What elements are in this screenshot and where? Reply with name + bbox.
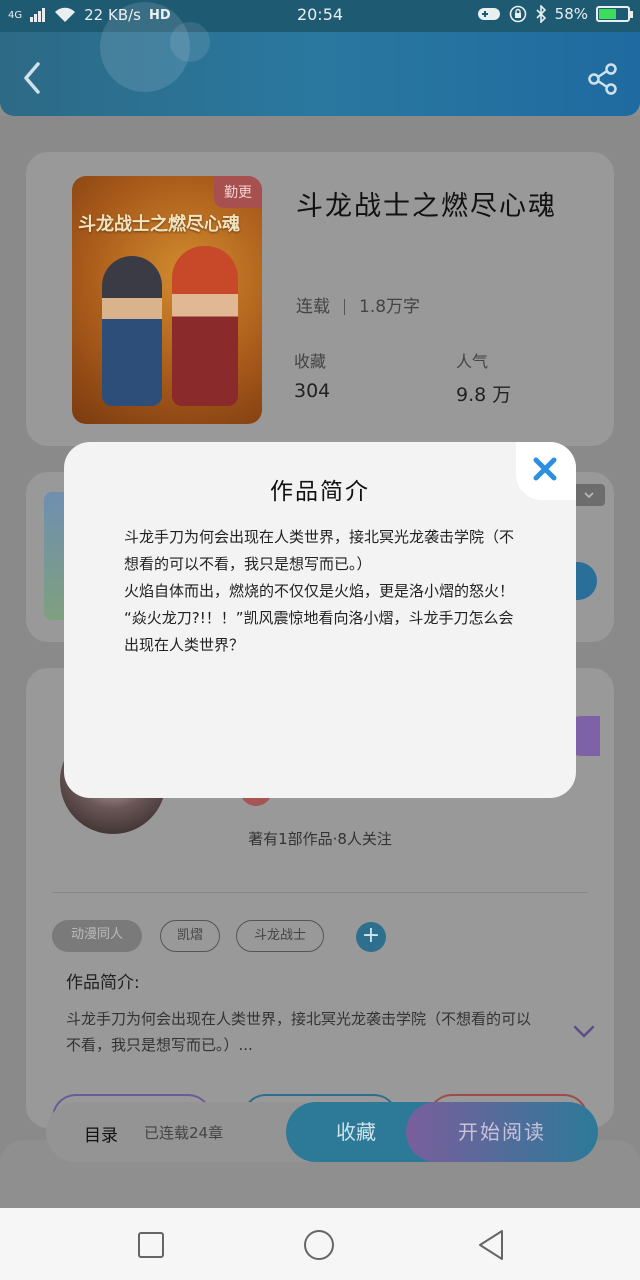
share-icon[interactable] <box>586 62 620 96</box>
cover-character <box>102 256 162 406</box>
book-title: 斗龙战士之燃尽心魂 <box>296 191 557 222</box>
intro-snippet: 斗龙手刀为何会出现在人类世界，接北冥光龙袭击学院（不想看的可以不看，我只是想写而… <box>66 1010 532 1054</box>
close-button[interactable] <box>516 442 576 500</box>
chevron-down-icon <box>584 492 594 499</box>
modal-paragraph: 火焰自体而出，燃烧的不仅仅是火焰，更是洛小熠的怒火！ <box>124 582 515 600</box>
favorites-label: 收藏 <box>294 352 327 371</box>
rotation-lock-icon <box>509 5 526 23</box>
word-count: 1.8万字 <box>359 297 421 317</box>
chapter-count: 已连载24章 <box>144 1124 224 1142</box>
promo-dropdown[interactable] <box>573 484 605 506</box>
app-header <box>0 2 640 116</box>
battery-percent: 58% <box>554 5 588 23</box>
tag-chip[interactable]: 斗龙战士 <box>236 920 324 952</box>
add-tag-button[interactable]: + <box>356 922 386 952</box>
modal-title: 作品简介 <box>270 479 370 505</box>
battery-fill <box>599 9 617 19</box>
update-badge: 勤更 <box>214 176 262 208</box>
toc-button[interactable]: 目录 <box>84 1121 118 1146</box>
intro-heading: 作品简介: <box>66 973 140 993</box>
system-nav-bar <box>0 1208 640 1280</box>
start-reading-button[interactable]: 开始阅读 <box>406 1102 598 1162</box>
status-right: 58% <box>477 5 633 23</box>
author-meta: 著有1部作品·8人关注 <box>248 830 392 848</box>
chevron-down-icon[interactable] <box>572 1024 596 1040</box>
modal-paragraph: “焱火龙刀?!！！”凯风震惊地看向洛小熠，斗龙手刀怎么会出现在人类世界？ <box>124 609 514 654</box>
gamepad-icon <box>477 8 500 20</box>
serial-status: 连载 <box>296 297 330 317</box>
battery-icon <box>596 6 633 22</box>
bluetooth-icon <box>536 5 546 23</box>
favorites-count: 304 <box>294 380 331 402</box>
intro-modal: 作品简介 斗龙手刀为何会出现在人类世界，接北冥光龙袭击学院（不想看的可以不看，我… <box>64 442 576 798</box>
back-icon[interactable] <box>18 60 48 96</box>
section-divider <box>52 892 588 893</box>
back-nav-icon[interactable] <box>474 1228 508 1262</box>
modal-body: 斗龙手刀为何会出现在人类世界，接北冥光龙袭击学院（不想看的可以不看，我只是想写而… <box>124 524 520 659</box>
divider <box>344 299 345 315</box>
serial-info: 连载 1.8万字 <box>296 292 420 317</box>
cover-character <box>172 246 238 406</box>
tag-chip[interactable]: 动漫同人 <box>52 920 142 952</box>
popularity-label: 人气 <box>456 352 489 371</box>
header-decoration <box>170 22 210 62</box>
status-bar: 4G 22 KB/s HD 20:54 58% <box>0 0 640 32</box>
home-icon[interactable] <box>302 1228 336 1262</box>
tag-chip[interactable]: 凯熠 <box>160 920 220 952</box>
recent-apps-icon[interactable] <box>134 1228 168 1262</box>
cover-title: 斗龙战士之燃尽心魂 <box>78 214 240 235</box>
close-icon <box>533 457 557 481</box>
modal-paragraph: 斗龙手刀为何会出现在人类世界，接北冥光龙袭击学院（不想看的可以不看，我只是想写而… <box>124 528 515 573</box>
popularity-count: 9.8 万 <box>456 384 512 406</box>
book-cover[interactable]: 勤更 斗龙战士之燃尽心魂 <box>72 176 262 424</box>
